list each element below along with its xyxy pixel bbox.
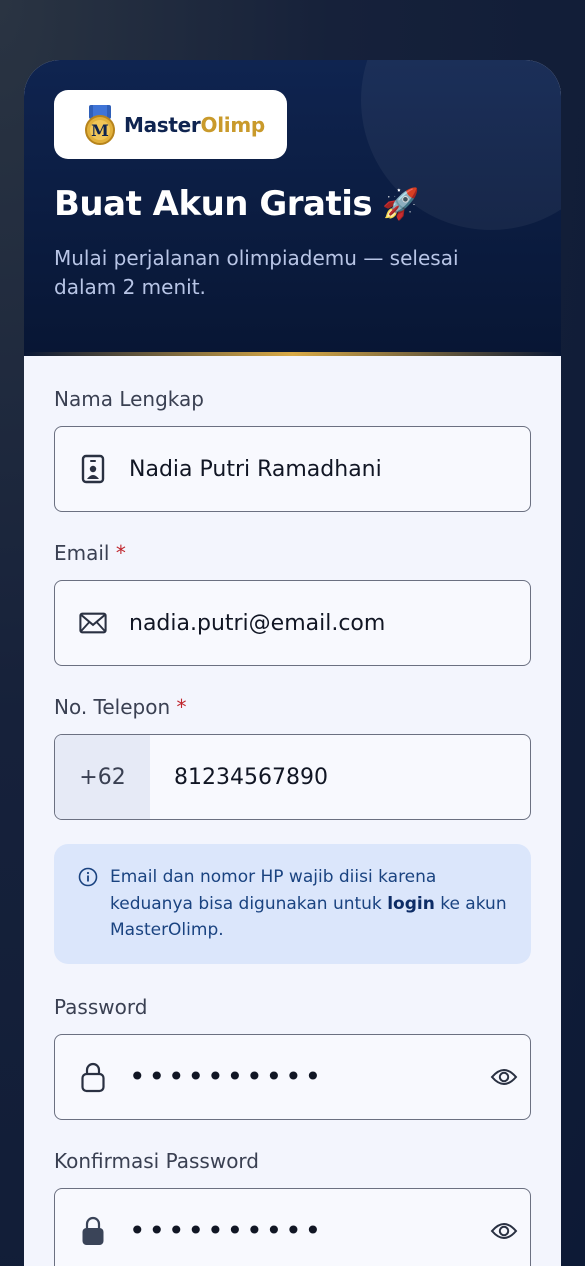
country-code-prefix: +62 xyxy=(55,735,150,819)
svg-text:M: M xyxy=(91,121,109,140)
rocket-icon: 🚀 xyxy=(382,186,419,222)
page-subtitle: Mulai perjalanan olimpiademu — selesai d… xyxy=(54,246,459,299)
confirm-password-field[interactable]: •••••••••• xyxy=(54,1187,531,1266)
phone-value: 81234567890 xyxy=(174,764,328,790)
envelope-icon xyxy=(79,609,107,637)
show-password-icon[interactable] xyxy=(490,1217,518,1245)
info-note: Email dan nomor HP wajib diisi karena ke… xyxy=(54,844,531,964)
email-label: Email * xyxy=(54,541,126,565)
id-card-icon xyxy=(79,454,107,484)
hero-header: M MasterOlimp Buat Akun Gratis 🚀 Mulai p… xyxy=(24,60,561,356)
confirm-password-value: •••••••••• xyxy=(129,1214,325,1247)
info-text: Email dan nomor HP wajib diisi karena ke… xyxy=(110,867,507,940)
full-name-value: Nadia Putri Ramadhani xyxy=(129,456,382,482)
lock-icon xyxy=(79,1216,107,1245)
password-label: Password xyxy=(54,994,148,1019)
info-icon xyxy=(78,867,98,944)
gold-divider xyxy=(24,352,561,356)
register-card: M MasterOlimp Buat Akun Gratis 🚀 Mulai p… xyxy=(24,60,561,1266)
password-field[interactable]: •••••••••• xyxy=(54,1033,531,1120)
full-name-field[interactable]: Nadia Putri Ramadhani xyxy=(54,426,531,512)
required-mark: * xyxy=(176,695,187,719)
password-value: •••••••••• xyxy=(129,1060,325,1093)
email-value: nadia.putri@email.com xyxy=(129,610,386,636)
phone-label: No. Telepon * xyxy=(54,695,187,719)
full-name-label: Nama Lengkap xyxy=(54,387,204,411)
lock-open-icon xyxy=(79,1062,107,1092)
confirm-password-label: Konfirmasi Password xyxy=(54,1148,259,1173)
medal-logo-icon: M xyxy=(84,104,116,145)
email-field[interactable]: nadia.putri@email.com xyxy=(54,580,531,666)
logo: M MasterOlimp xyxy=(54,90,287,159)
phone-field[interactable]: +62 81234567890 xyxy=(54,734,531,820)
brand-name: MasterOlimp xyxy=(124,112,265,137)
page-title: Buat Akun Gratis 🚀 xyxy=(54,184,419,224)
show-password-icon[interactable] xyxy=(490,1063,518,1091)
register-form: Nama Lengkap Nadia Putri Ramadhani Email… xyxy=(24,356,561,1266)
required-mark: * xyxy=(115,541,126,565)
